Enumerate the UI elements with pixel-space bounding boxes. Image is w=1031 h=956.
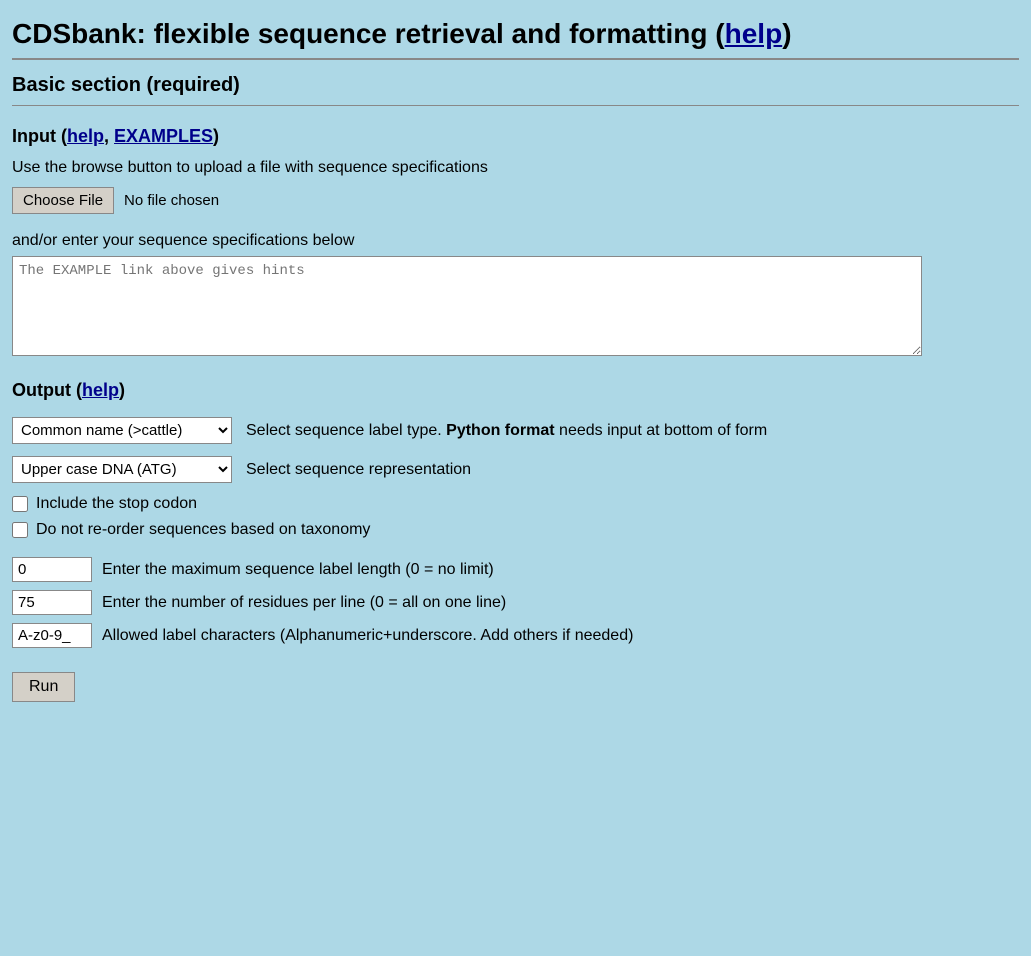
input-help-link[interactable]: help: [67, 126, 104, 146]
label-type-description: Select sequence label type. Python forma…: [246, 422, 767, 440]
input-heading-prefix: Input (: [12, 126, 67, 146]
stop-codon-label: Include the stop codon: [36, 495, 197, 513]
label-type-row: Common name (>cattle) Scientific name Ac…: [12, 417, 1019, 444]
representation-description: Select sequence representation: [246, 461, 471, 479]
label-type-desc-prefix: Select sequence label type.: [246, 422, 446, 439]
allowed-chars-row: Allowed label characters (Alphanumeric+u…: [12, 623, 1019, 648]
title-help-link[interactable]: help: [725, 18, 783, 49]
representation-row: Upper case DNA (ATG) Lower case DNA (atg…: [12, 456, 1019, 483]
output-heading-prefix: Output (: [12, 380, 82, 400]
no-reorder-label: Do not re-order sequences based on taxon…: [36, 521, 370, 539]
title-prefix-text: CDSbank: flexible sequence retrieval and…: [12, 18, 725, 49]
stop-codon-row: Include the stop codon: [12, 495, 1019, 513]
label-type-desc-suffix: needs input at bottom of form: [555, 422, 768, 439]
input-section: Input (help, EXAMPLES) Use the browse bu…: [12, 118, 1019, 356]
max-label-length-input[interactable]: [12, 557, 92, 582]
input-heading-comma: ,: [104, 126, 114, 146]
no-file-text: No file chosen: [124, 192, 219, 209]
basic-section-heading: Basic section (required): [12, 70, 1019, 97]
max-label-length-label: Enter the maximum sequence label length …: [102, 561, 494, 579]
label-type-select[interactable]: Common name (>cattle) Scientific name Ac…: [12, 417, 232, 444]
basic-section: Basic section (required): [12, 70, 1019, 106]
page-title: CDSbank: flexible sequence retrieval and…: [12, 10, 1019, 50]
file-upload-row: Choose File No file chosen: [12, 187, 1019, 214]
title-divider: [12, 58, 1019, 60]
label-type-desc-bold: Python format: [446, 422, 554, 439]
output-heading-suffix: ): [119, 380, 125, 400]
no-reorder-checkbox[interactable]: [12, 522, 28, 538]
representation-select[interactable]: Upper case DNA (ATG) Lower case DNA (atg…: [12, 456, 232, 483]
upload-description: Use the browse button to upload a file w…: [12, 159, 1019, 177]
title-suffix-text: ): [782, 18, 791, 49]
run-button[interactable]: Run: [12, 672, 75, 702]
residues-per-line-input[interactable]: [12, 590, 92, 615]
input-heading: Input (help, EXAMPLES): [12, 118, 1019, 147]
input-examples-link[interactable]: EXAMPLES: [114, 126, 213, 146]
input-heading-suffix: ): [213, 126, 219, 146]
stop-codon-checkbox[interactable]: [12, 496, 28, 512]
output-section: Output (help) Common name (>cattle) Scie…: [12, 376, 1019, 702]
sequence-textarea[interactable]: [12, 256, 922, 356]
and-or-text: and/or enter your sequence specification…: [12, 232, 1019, 250]
checkboxes-section: Include the stop codon Do not re-order s…: [12, 495, 1019, 539]
basic-section-divider: [12, 105, 1019, 106]
allowed-chars-label: Allowed label characters (Alphanumeric+u…: [102, 627, 633, 645]
residues-per-line-row: Enter the number of residues per line (0…: [12, 590, 1019, 615]
allowed-chars-input[interactable]: [12, 623, 92, 648]
output-heading: Output (help): [12, 376, 1019, 401]
number-inputs-section: Enter the maximum sequence label length …: [12, 557, 1019, 648]
residues-per-line-label: Enter the number of residues per line (0…: [102, 594, 506, 612]
choose-file-button[interactable]: Choose File: [12, 187, 114, 214]
max-label-length-row: Enter the maximum sequence label length …: [12, 557, 1019, 582]
no-reorder-row: Do not re-order sequences based on taxon…: [12, 521, 1019, 539]
output-help-link[interactable]: help: [82, 380, 119, 400]
